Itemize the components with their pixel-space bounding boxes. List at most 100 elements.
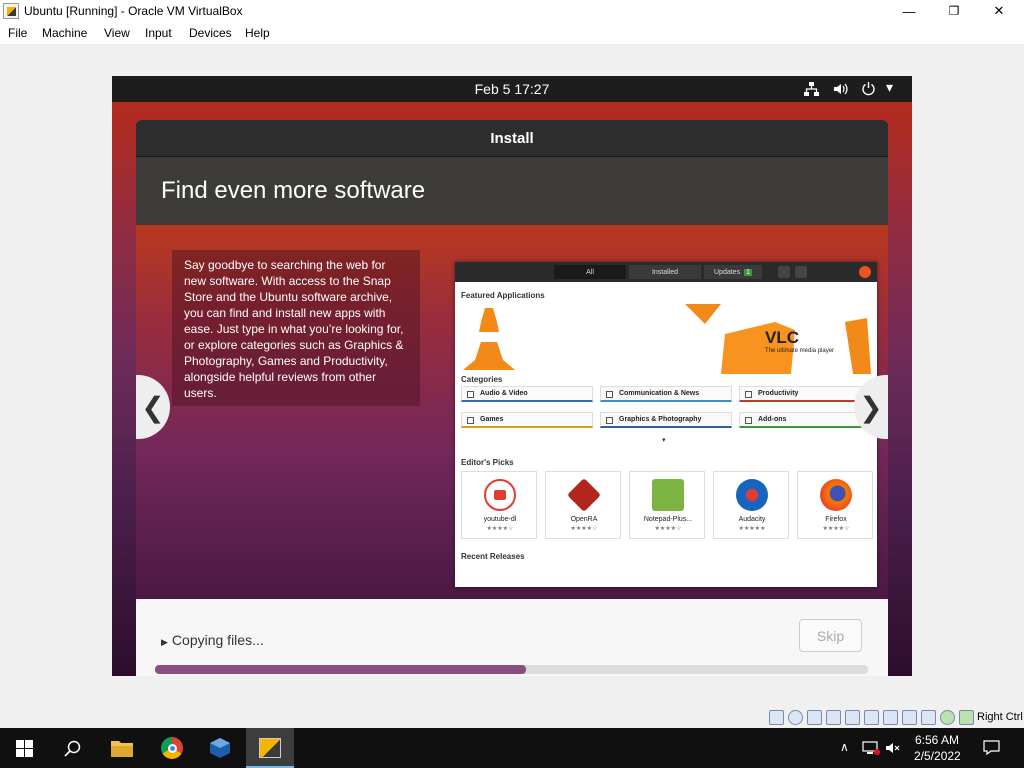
sc-updates-badge: 1 xyxy=(744,268,752,276)
host-key-label: Right Ctrl xyxy=(977,711,1023,723)
guest-clock[interactable]: Feb 5 17:27 xyxy=(112,81,912,97)
taskbar-time: 6:56 AM xyxy=(914,733,960,747)
chrome-button[interactable] xyxy=(148,728,196,768)
sc-featured-app: VLC xyxy=(765,328,799,347)
menu-view[interactable]: View xyxy=(104,26,130,40)
sc-pick-name: OpenRA xyxy=(570,516,598,523)
sc-search-icon xyxy=(778,266,790,278)
volume-icon[interactable] xyxy=(833,82,848,96)
sc-updates-label: Updates xyxy=(714,268,741,276)
audio-icon[interactable] xyxy=(807,710,822,725)
vlc-cone-icon xyxy=(463,304,871,374)
sc-category-label: Games xyxy=(480,416,504,423)
sc-category-label: Add-ons xyxy=(758,416,787,423)
skip-button[interactable]: Skip xyxy=(799,619,862,652)
sc-close-icon xyxy=(859,266,871,278)
sc-featured-label: Featured Applications xyxy=(461,291,545,300)
sc-category: Productivity xyxy=(739,386,871,402)
sc-tab-installed: Installed xyxy=(629,265,701,279)
sc-pick-stars: ★★★★☆ xyxy=(486,526,514,532)
menu-help[interactable]: Help xyxy=(245,26,270,40)
minimize-button[interactable]: — xyxy=(886,0,932,22)
sc-category-label: Graphics & Photography xyxy=(619,416,702,423)
optical-drive-icon[interactable] xyxy=(788,710,803,725)
hard-disk-icon[interactable] xyxy=(769,710,784,725)
gnome-top-bar: Feb 5 17:27 ▾ xyxy=(112,76,912,102)
sc-category-label: Communication & News xyxy=(619,390,700,397)
power-icon[interactable] xyxy=(861,81,876,96)
sc-recent-label: Recent Releases xyxy=(461,552,525,561)
openra-icon xyxy=(567,478,601,512)
music-icon xyxy=(467,391,474,398)
close-button[interactable]: ✕ xyxy=(976,0,1022,22)
progress-status-text: Copying files... xyxy=(171,632,264,648)
vbox-statusbar: Right Ctrl xyxy=(0,708,1024,728)
sc-tab-updates: Updates 1 xyxy=(704,265,762,279)
sc-category: Audio & Video xyxy=(461,386,593,402)
previous-slide-button[interactable]: ❮ xyxy=(136,375,170,439)
virtualbox-app-icon xyxy=(3,3,19,19)
virtualbox-vm-icon xyxy=(259,738,281,758)
gamepad-icon xyxy=(467,417,474,424)
sc-pick-card: Notepad-Plus... ★★★★☆ xyxy=(629,471,705,539)
window-title: Ubuntu [Running] - Oracle VM VirtualBox xyxy=(24,4,243,18)
menu-devices[interactable]: Devices xyxy=(189,26,232,40)
search-button[interactable] xyxy=(48,728,96,768)
search-icon xyxy=(63,740,80,757)
notification-center-icon[interactable] xyxy=(983,740,1000,755)
menu-file[interactable]: File xyxy=(8,26,27,40)
slide-heading: Find even more software xyxy=(161,177,426,204)
sc-headerbar: All Installed Updates 1 xyxy=(455,262,877,282)
network-adapter-icon[interactable] xyxy=(826,710,841,725)
installer-progress-area: ▶ Copying files... Skip xyxy=(136,599,888,676)
file-explorer-button[interactable] xyxy=(98,728,146,768)
menu-input[interactable]: Input xyxy=(145,26,172,40)
recording-icon[interactable] xyxy=(902,710,917,725)
sc-featured-tagline: The ultimate media player xyxy=(765,348,835,354)
taskbar-clock[interactable]: 6:56 AM 2/5/2022 xyxy=(914,732,961,764)
start-button[interactable] xyxy=(0,728,48,768)
system-menu-dropdown-icon[interactable]: ▾ xyxy=(886,79,893,96)
host-titlebar: Ubuntu [Running] - Oracle VM VirtualBox … xyxy=(0,0,1024,22)
sc-categories-label: Categories xyxy=(461,375,503,384)
folder-icon xyxy=(111,741,133,757)
sc-tab-all: All xyxy=(554,265,626,279)
speaker-tray-icon[interactable] xyxy=(885,741,901,755)
shared-folders-icon[interactable] xyxy=(864,710,879,725)
display-icon[interactable] xyxy=(883,710,898,725)
slideshow: Say goodbye to searching the web for new… xyxy=(136,225,888,599)
network-icon[interactable] xyxy=(804,82,819,96)
cpu-icon[interactable] xyxy=(921,710,936,725)
usb-icon[interactable] xyxy=(845,710,860,725)
sc-pick-stars: ★★★★☆ xyxy=(570,526,598,532)
sc-category-label: Productivity xyxy=(758,390,799,397)
installer-window: Install Find even more software Say good… xyxy=(136,120,888,676)
sc-pick-card: Firefox ★★★★☆ xyxy=(797,471,873,539)
plugin-icon xyxy=(745,417,752,424)
maximize-button[interactable]: ❐ xyxy=(931,0,977,22)
windows-logo-icon xyxy=(15,739,33,757)
chrome-icon xyxy=(161,737,183,759)
network-tray-icon[interactable] xyxy=(862,741,880,755)
sc-category: Graphics & Photography xyxy=(600,412,732,428)
expand-triangle-icon: ▶ xyxy=(161,637,168,647)
progress-status[interactable]: ▶ Copying files... xyxy=(161,632,264,648)
audacity-icon xyxy=(736,479,768,511)
keyboard-capture-icon[interactable] xyxy=(959,710,974,725)
sc-featured-banner: VLC The ultimate media player xyxy=(455,304,877,374)
virtualbox-vm-button[interactable] xyxy=(246,728,294,768)
sc-pick-stars: ★★★★★ xyxy=(738,526,766,532)
show-hidden-icons-chevron[interactable]: ∧ xyxy=(840,740,849,754)
menu-machine[interactable]: Machine xyxy=(42,26,87,40)
sc-expand-icon: ▾ xyxy=(662,437,666,444)
windows-taskbar: ∧ 6:56 AM 2/5/2022 xyxy=(0,728,1024,768)
guest-screen[interactable]: Feb 5 17:27 ▾ Install Find even more sof… xyxy=(112,76,912,676)
notepad-plus-icon xyxy=(652,479,684,511)
sc-category: Games xyxy=(461,412,593,428)
sc-pick-name: Firefox xyxy=(825,516,847,523)
virtualbox-manager-button[interactable] xyxy=(196,728,244,768)
mouse-integration-icon[interactable] xyxy=(940,710,955,725)
sc-pick-name: Notepad-Plus... xyxy=(643,516,693,523)
sc-category: Communication & News xyxy=(600,386,732,402)
sc-editors-label: Editor's Picks xyxy=(461,458,514,467)
